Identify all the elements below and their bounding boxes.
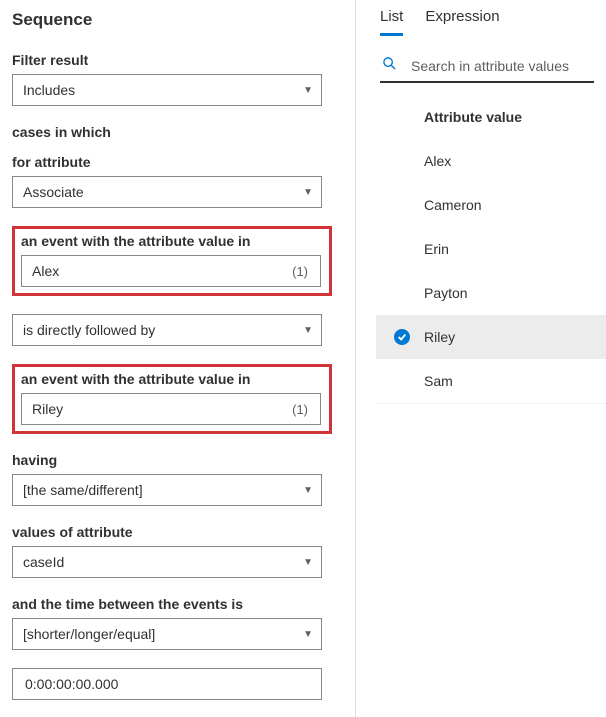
event1-select[interactable]: Alex (1) <box>21 255 321 287</box>
event1-box: an event with the attribute value in Ale… <box>12 226 332 296</box>
attribute-list: Alex Cameron Erin Payton Riley Sam <box>376 139 606 404</box>
list-item[interactable]: Alex <box>376 139 606 183</box>
list-item[interactable]: Cameron <box>376 183 606 227</box>
list-item[interactable]: Payton <box>376 271 606 315</box>
search-input[interactable] <box>409 57 594 75</box>
event1-count: (1) <box>292 264 308 279</box>
values-of-label: values of attribute <box>12 524 343 540</box>
filter-result-field: Filter result Includes ▼ <box>12 52 343 106</box>
followed-by-value: is directly followed by <box>23 322 297 338</box>
having-field: having [the same/different] ▼ <box>12 452 343 506</box>
list-item-label: Riley <box>424 329 455 345</box>
chevron-down-icon: ▼ <box>303 485 313 496</box>
time-between-field: and the time between the events is [shor… <box>12 596 343 650</box>
event1-label: an event with the attribute value in <box>21 233 323 249</box>
values-of-select[interactable]: caseId ▼ <box>12 546 322 578</box>
values-of-value: caseId <box>23 554 297 570</box>
search-icon <box>382 56 397 75</box>
list-item-label: Alex <box>424 153 451 169</box>
time-between-value: [shorter/longer/equal] <box>23 626 297 642</box>
check-icon <box>394 329 410 345</box>
tabs: List Expression <box>376 4 606 36</box>
values-of-field: values of attribute caseId ▼ <box>12 524 343 578</box>
list-item[interactable]: Riley <box>376 315 606 359</box>
for-attribute-value: Associate <box>23 184 297 200</box>
having-label: having <box>12 452 343 468</box>
filter-result-label: Filter result <box>12 52 343 68</box>
list-header: Attribute value <box>376 109 606 139</box>
event2-count: (1) <box>292 402 308 417</box>
event1-value: Alex <box>32 263 292 279</box>
list-item-label: Payton <box>424 285 468 301</box>
time-between-select[interactable]: [shorter/longer/equal] ▼ <box>12 618 322 650</box>
event2-value: Riley <box>32 401 292 417</box>
event2-label: an event with the attribute value in <box>21 371 323 387</box>
having-select[interactable]: [the same/different] ▼ <box>12 474 322 506</box>
chevron-down-icon: ▼ <box>303 557 313 568</box>
for-attribute-field: for attribute Associate ▼ <box>12 154 343 208</box>
having-value: [the same/different] <box>23 482 297 498</box>
list-item-label: Cameron <box>424 197 482 213</box>
chevron-down-icon: ▼ <box>303 187 313 198</box>
for-attribute-select[interactable]: Associate ▼ <box>12 176 322 208</box>
duration-field <box>12 668 343 700</box>
followed-by-select[interactable]: is directly followed by ▼ <box>12 314 322 346</box>
time-between-label: and the time between the events is <box>12 596 343 612</box>
page-title: Sequence <box>12 10 343 30</box>
tab-list[interactable]: List <box>380 4 403 36</box>
search-row[interactable] <box>380 54 594 83</box>
check-slot <box>394 329 424 345</box>
list-item[interactable]: Sam <box>376 359 606 403</box>
chevron-down-icon: ▼ <box>303 85 313 96</box>
list-item[interactable]: Erin <box>376 227 606 271</box>
sequence-panel: Sequence Filter result Includes ▼ cases … <box>0 0 355 717</box>
filter-result-value: Includes <box>23 82 297 98</box>
duration-input[interactable] <box>23 675 313 693</box>
values-panel: List Expression Attribute value Alex Came… <box>355 0 606 717</box>
cases-label: cases in which <box>12 124 343 140</box>
list-item-label: Erin <box>424 241 449 257</box>
chevron-down-icon: ▼ <box>303 325 313 336</box>
chevron-down-icon: ▼ <box>303 629 313 640</box>
event2-box: an event with the attribute value in Ril… <box>12 364 332 434</box>
tab-expression[interactable]: Expression <box>425 4 499 36</box>
event2-select[interactable]: Riley (1) <box>21 393 321 425</box>
filter-result-select[interactable]: Includes ▼ <box>12 74 322 106</box>
for-attribute-label: for attribute <box>12 154 343 170</box>
followed-by-field: is directly followed by ▼ <box>12 314 343 346</box>
duration-input-wrap[interactable] <box>12 668 322 700</box>
list-item-label: Sam <box>424 373 453 389</box>
